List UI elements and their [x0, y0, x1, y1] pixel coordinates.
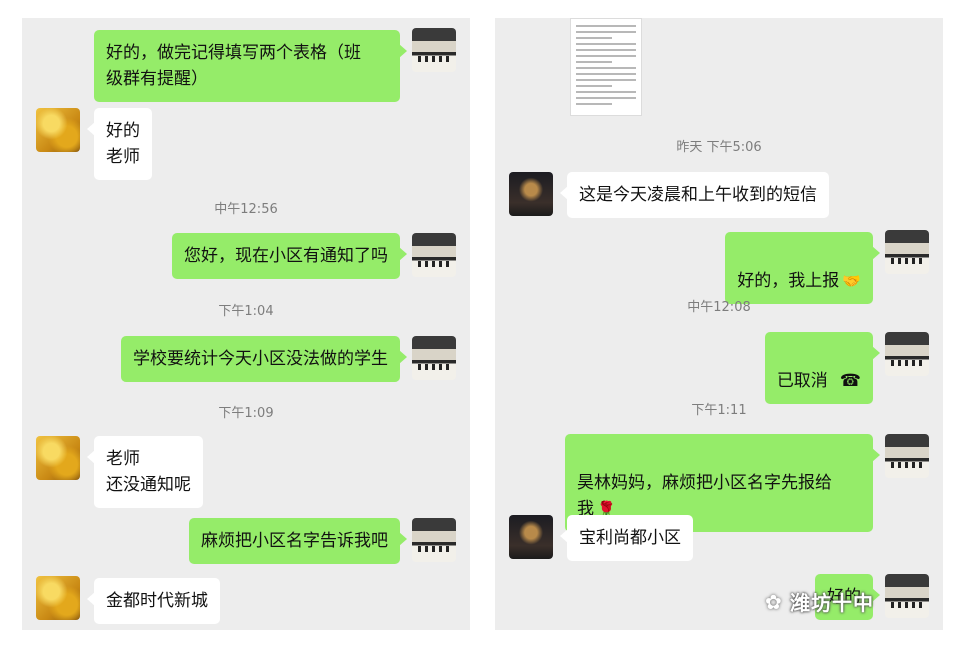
timestamp: 昨天 下午5:06	[676, 140, 762, 155]
avatar[interactable]	[36, 576, 80, 620]
avatar[interactable]	[509, 172, 553, 216]
avatar[interactable]	[36, 108, 80, 152]
phone-hangup-icon: ☎	[839, 371, 861, 391]
avatar[interactable]	[412, 336, 456, 380]
message-text: 已取消	[776, 371, 828, 391]
image-thumbnail[interactable]	[570, 18, 642, 116]
message-bubble-sent[interactable]: 麻烦把小区名字告诉我吧	[189, 518, 407, 564]
message-text: 好的，我上报	[737, 271, 840, 291]
chat-panel-left: 好的，做完记得填写两个表格（班 级群有提醒） 好的 老师 中午12:56 您好，…	[22, 18, 470, 630]
avatar[interactable]	[509, 515, 553, 559]
avatar[interactable]	[412, 518, 456, 562]
avatar[interactable]	[885, 230, 929, 274]
avatar[interactable]	[36, 436, 80, 480]
call-cancelled-bubble[interactable]: 已取消 ☎	[764, 332, 881, 404]
chat-panel-right: 昨天 下午5:06 这是今天凌晨和上午收到的短信 好的，我上报 🤝 中午12:08…	[495, 18, 943, 630]
message-bubble-received[interactable]: 好的 老师	[87, 108, 152, 180]
message-bubble-received[interactable]: 宝利尚都小区	[560, 515, 693, 561]
message-bubble-received[interactable]: 老师 还没通知呢	[87, 436, 203, 508]
avatar[interactable]	[885, 332, 929, 376]
timestamp: 中午12:56	[214, 202, 278, 217]
wechat-icon: ✿	[765, 590, 782, 614]
message-bubble-sent[interactable]: 好的，做完记得填写两个表格（班 级群有提醒）	[94, 30, 407, 102]
message-bubble-sent[interactable]: 好的，我上报 🤝	[725, 232, 880, 304]
avatar[interactable]	[885, 434, 929, 478]
avatar[interactable]	[412, 233, 456, 277]
watermark: 潍坊十中	[790, 591, 874, 615]
timestamp: 下午1:09	[218, 406, 274, 421]
handshake-emoji: 🤝	[842, 272, 861, 290]
avatar[interactable]	[412, 28, 456, 72]
timestamp: 下午1:04	[218, 304, 274, 319]
message-bubble-received[interactable]: 金都时代新城	[87, 578, 220, 624]
timestamp: 下午1:11	[691, 403, 747, 418]
message-bubble-received[interactable]: 这是今天凌晨和上午收到的短信	[560, 172, 829, 218]
timestamp: 中午12:08	[687, 300, 751, 315]
avatar[interactable]	[885, 574, 929, 618]
message-bubble-sent[interactable]: 学校要统计今天小区没法做的学生	[121, 336, 407, 382]
message-bubble-sent[interactable]: 您好，现在小区有通知了吗	[172, 233, 407, 279]
